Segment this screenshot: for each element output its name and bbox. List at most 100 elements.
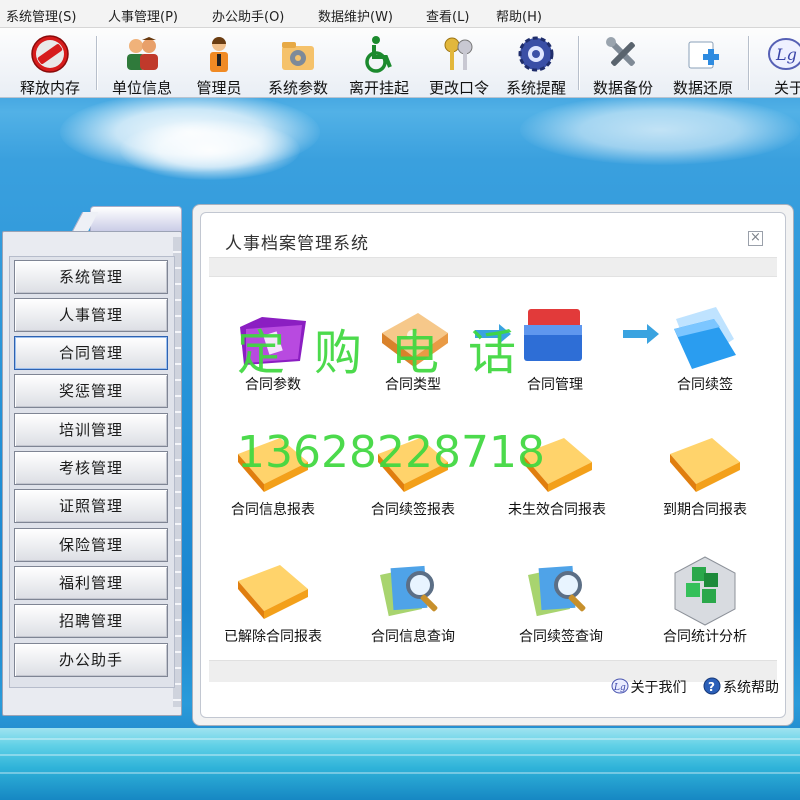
system-help-link[interactable]: ? 系统帮助	[703, 677, 779, 697]
purple-folder-icon	[240, 317, 306, 365]
leave-hang-button[interactable]: 离开挂起	[340, 32, 418, 97]
no-entry-icon	[31, 35, 69, 73]
toolbar-separator	[748, 36, 750, 90]
reminder-gear-icon	[518, 36, 554, 72]
nav-office-assistant[interactable]: 办公助手	[14, 643, 168, 677]
item-label: 合同续签查询	[519, 629, 603, 645]
item-contract-statistics[interactable]: 合同统计分析	[635, 551, 775, 651]
item-label: 合同续签报表	[371, 502, 455, 518]
cloud	[120, 120, 300, 180]
orange-folder-icon	[522, 438, 592, 492]
nav-training-management[interactable]: 培训管理	[14, 413, 168, 447]
toolbar-label: 管理员	[196, 79, 242, 97]
tools-icon	[606, 37, 635, 66]
magnifier-documents-icon	[528, 565, 586, 617]
toolbar-separator	[96, 36, 98, 90]
unit-info-button[interactable]: 单位信息	[102, 32, 182, 97]
toolbar-label: 离开挂起	[348, 79, 409, 97]
about-button[interactable]: Lg 关于	[756, 32, 800, 97]
nav-contract-management[interactable]: 合同管理	[14, 336, 168, 370]
data-backup-button[interactable]: 数据备份	[584, 32, 662, 97]
toolbar-label: 数据还原	[672, 79, 733, 97]
magnifier-documents-icon	[380, 565, 438, 617]
item-label: 合同信息查询	[371, 629, 455, 645]
sea-background	[0, 728, 800, 800]
orange-folder-icon	[238, 565, 308, 619]
main-panel: 人事档案管理系统 × 合同参数 合同类型 合同管理 合同续签 合同信息报表 合同…	[192, 204, 794, 726]
item-label: 未生效合同报表	[508, 502, 606, 518]
toolbar-label: 关于	[774, 79, 800, 97]
item-contract-management[interactable]: 合同管理	[485, 299, 625, 399]
menu-item-data[interactable]: 数据维护(W)	[318, 6, 393, 25]
green-cubes-icon	[674, 556, 736, 626]
item-contract-info-report[interactable]: 合同信息报表	[203, 424, 343, 524]
nav-certificate-management[interactable]: 证照管理	[14, 489, 168, 523]
item-label: 合同信息报表	[231, 502, 315, 518]
item-label: 到期合同报表	[663, 502, 747, 518]
admin-button[interactable]: 管理员	[186, 32, 252, 97]
system-params-button[interactable]: 系统参数	[258, 32, 338, 97]
nav-personnel-management[interactable]: 人事管理	[14, 298, 168, 332]
item-label: 合同管理	[527, 377, 583, 393]
orange-folder-icon	[238, 438, 308, 492]
navigation-panel: 系统管理 人事管理 合同管理 奖惩管理 培训管理 考核管理 证照管理 保险管理 …	[2, 206, 184, 716]
menu-item-office[interactable]: 办公助手(O)	[212, 6, 284, 25]
menu-item-view[interactable]: 查看(L)	[426, 6, 469, 25]
item-contract-renewal[interactable]: 合同续签	[635, 299, 775, 399]
item-terminated-contract-report[interactable]: 已解除合同报表	[203, 551, 343, 651]
nav-recruitment-management[interactable]: 招聘管理	[14, 604, 168, 638]
toolbar-label: 更改口令	[428, 79, 489, 97]
about-logo-icon: Lg	[768, 38, 800, 70]
toolbar-label: 系统参数	[267, 79, 328, 97]
toolbar-separator	[578, 36, 580, 90]
item-contract-type[interactable]: 合同类型	[343, 299, 483, 399]
users-icon	[127, 37, 158, 70]
footer-links: Lg 关于我们 ? 系统帮助	[599, 677, 779, 697]
release-memory-button[interactable]: 释放内存	[10, 32, 90, 97]
item-contract-renewal-report[interactable]: 合同续签报表	[343, 424, 483, 524]
toolbar-label: 数据备份	[592, 79, 653, 97]
item-label: 已解除合同报表	[224, 629, 322, 645]
keys-icon	[444, 37, 473, 70]
panel-title: 人事档案管理系统	[225, 234, 369, 254]
main-panel-content: 人事档案管理系统 × 合同参数 合同类型 合同管理 合同续签 合同信息报表 合同…	[200, 212, 786, 718]
item-label: 合同统计分析	[663, 629, 747, 645]
about-us-link[interactable]: Lg 关于我们	[611, 677, 687, 697]
nav-system-management[interactable]: 系统管理	[14, 260, 168, 294]
nav-insurance-management[interactable]: 保险管理	[14, 528, 168, 562]
menu-item-help[interactable]: 帮助(H)	[496, 6, 542, 25]
item-label: 合同参数	[245, 377, 301, 393]
orange-folder-icon	[378, 438, 448, 492]
menu-item-system[interactable]: 系统管理(S)	[6, 6, 76, 25]
toolbar: 释放内存 单位信息 管理员 系统参数 离开挂起 更改口令 系统提醒 数据备份 数…	[0, 28, 800, 98]
nav-reward-punishment[interactable]: 奖惩管理	[14, 374, 168, 408]
header-strip	[209, 257, 777, 277]
cloud	[520, 95, 800, 165]
nav-assessment-management[interactable]: 考核管理	[14, 451, 168, 485]
help-icon: ?	[703, 677, 721, 695]
blue-folder-icon	[674, 307, 736, 369]
item-contract-info-query[interactable]: 合同信息查询	[343, 551, 483, 651]
nav-welfare-management[interactable]: 福利管理	[14, 566, 168, 600]
panel-tab	[71, 206, 182, 232]
menu-item-personnel[interactable]: 人事管理(P)	[108, 6, 178, 25]
item-label: 合同类型	[385, 377, 441, 393]
restore-icon	[688, 41, 719, 69]
item-contract-params[interactable]: 合同参数	[203, 299, 343, 399]
orange-folder-icon	[670, 438, 740, 492]
admin-icon	[210, 37, 228, 72]
svg-text:Lg: Lg	[613, 683, 626, 693]
system-reminder-button[interactable]: 系统提醒	[500, 32, 572, 97]
about-logo-icon: Lg	[611, 678, 629, 694]
toolbar-label: 单位信息	[111, 79, 172, 97]
orange-folder-icon	[382, 313, 448, 367]
item-not-effective-report[interactable]: 未生效合同报表	[487, 424, 627, 524]
toolbar-label: 系统提醒	[505, 79, 566, 97]
data-restore-button[interactable]: 数据还原	[664, 32, 742, 97]
item-expired-contract-report[interactable]: 到期合同报表	[635, 424, 775, 524]
red-blue-folders-icon	[524, 309, 582, 361]
change-password-button[interactable]: 更改口令	[420, 32, 498, 97]
item-contract-renewal-query[interactable]: 合同续签查询	[491, 551, 631, 651]
close-icon[interactable]: ×	[748, 231, 763, 246]
about-us-label: 关于我们	[630, 680, 687, 696]
